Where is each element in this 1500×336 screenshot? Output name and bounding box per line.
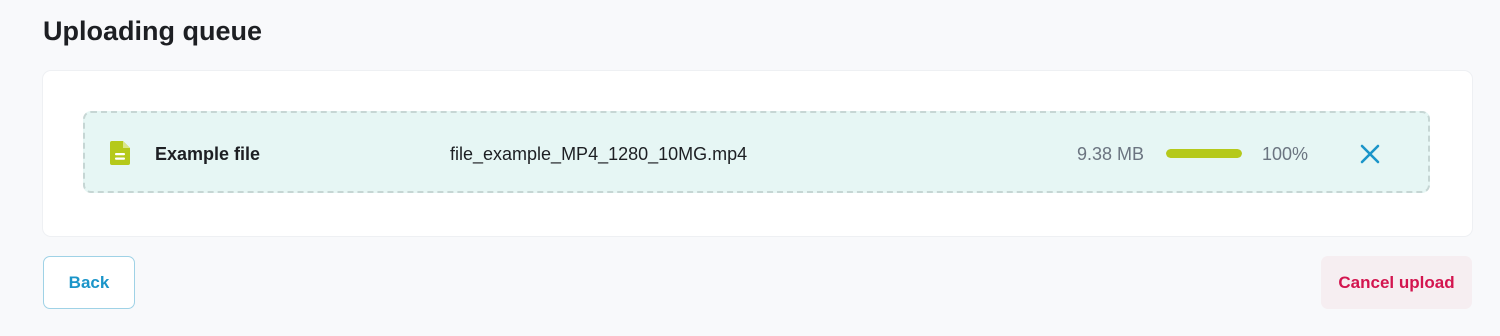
close-icon	[1360, 144, 1380, 164]
upload-progress-fill	[1166, 149, 1242, 158]
queue-item: Example file file_example_MP4_1280_10MG.…	[83, 111, 1430, 193]
remove-file-button[interactable]	[1355, 139, 1385, 169]
page-title: Uploading queue	[43, 16, 262, 46]
file-filename: file_example_MP4_1280_10MG.mp4	[450, 144, 748, 164]
upload-progress-percent: 100%	[1262, 144, 1309, 164]
back-button[interactable]: Back	[43, 256, 135, 309]
upload-progress-bar	[1166, 149, 1242, 158]
cancel-upload-button[interactable]: Cancel upload	[1321, 256, 1472, 309]
file-display-name: Example file	[155, 144, 261, 164]
upload-queue-card: Example file file_example_MP4_1280_10MG.…	[43, 71, 1472, 236]
file-size: 9.38 MB	[1076, 144, 1144, 164]
document-icon	[110, 141, 130, 165]
